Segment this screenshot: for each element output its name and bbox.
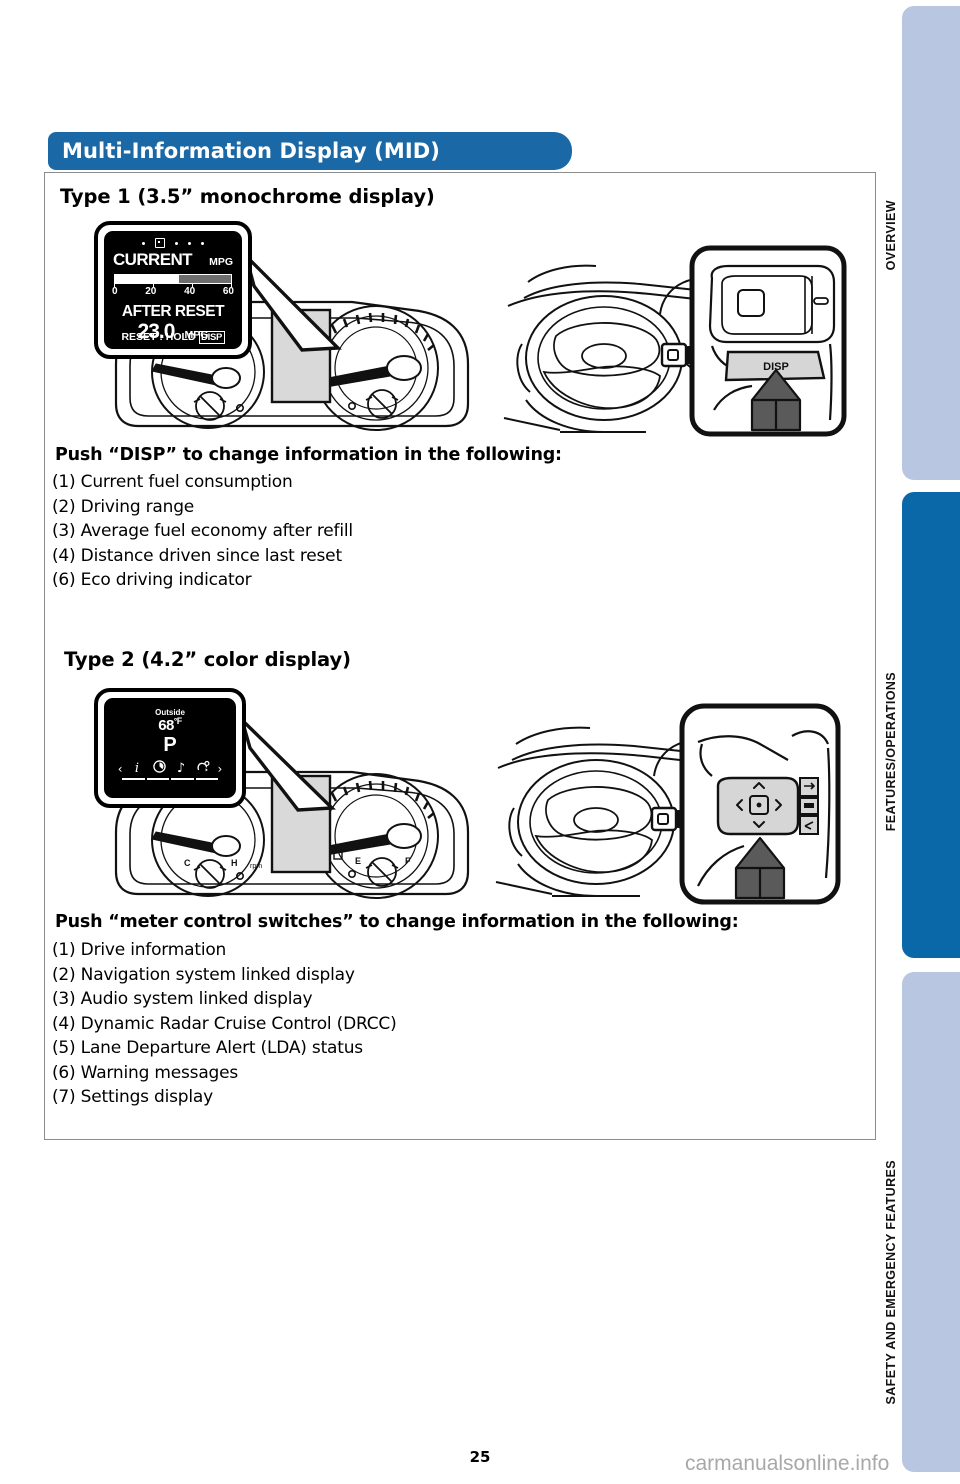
after-reset-label: AFTER RESET: [121, 303, 225, 320]
page-dot: [188, 241, 191, 245]
side-tab-safety-emergency-label: SAFETY AND EMERGENCY FEATURES: [884, 1160, 898, 1405]
scale-tick: 40: [184, 286, 196, 297]
side-tab-overview-label: OVERVIEW: [884, 200, 898, 271]
bar-empty-portion: [178, 275, 231, 283]
current-label: CURRENT: [113, 250, 193, 269]
current-unit-label: MPG: [209, 256, 233, 268]
chevron-right-icon[interactable]: ›: [218, 762, 223, 776]
disp-badge: DISP: [198, 331, 225, 344]
list-item: (4) Distance driven since last reset: [52, 545, 342, 566]
gauge-icon[interactable]: [152, 760, 167, 777]
page-title: Multi-Information Display (MID): [62, 139, 440, 163]
list-item: (2) Navigation system linked display: [52, 964, 355, 985]
side-tab-features-operations-label: FEATURES/OPERATIONS: [884, 672, 898, 832]
reset-hint-text: RESET : HOLD: [121, 331, 196, 343]
rpm-unit-label: rpm: [250, 863, 262, 870]
steering-wheel-type2-illustration: [492, 700, 842, 914]
type1-mid-screen: CURRENT MPG 0 20 40 60 AFTER RESET 23.0 …: [104, 231, 242, 349]
scale-tick: 60: [222, 286, 234, 297]
list-item: (6) Eco driving indicator: [52, 570, 252, 590]
list-item: (2) Driving range: [52, 496, 195, 517]
type2-icon-row: ‹ i ♪ ›: [112, 760, 228, 777]
cruise-control-icon[interactable]: [196, 760, 211, 777]
chevron-left-icon[interactable]: ‹: [118, 762, 123, 776]
page-dot-selected: [155, 238, 165, 248]
type2-mid-screen: Outside 68°F P ‹ i ♪ ›: [104, 698, 236, 798]
music-note-icon[interactable]: ♪: [174, 761, 189, 776]
type1-current-row: CURRENT MPG: [113, 250, 233, 270]
site-watermark: carmanualsonline.info: [685, 1452, 890, 1475]
list-item: (1) Current fuel consumption: [52, 472, 293, 492]
temp-gauge-low-label: C: [184, 858, 191, 868]
page-header-banner: Multi-Information Display (MID): [48, 132, 572, 170]
list-item: (1) Drive information: [52, 940, 227, 960]
page-dot: [175, 241, 178, 245]
type1-page-dots: [104, 238, 242, 248]
bar-scale: 0 20 40 60: [112, 286, 234, 297]
side-tab-safety-emergency[interactable]: [902, 972, 960, 1472]
type2-heading: Type 2 (4.2” color display): [64, 648, 351, 671]
list-item: (4) Dynamic Radar Cruise Control (DRCC): [52, 1013, 397, 1034]
page-dot: [142, 241, 145, 245]
temp-gauge-high-label: H: [231, 858, 238, 868]
info-icon[interactable]: i: [130, 761, 145, 776]
type2-instruction-lead: Push “meter control switches” to change …: [55, 912, 739, 932]
fuel-gauge-low-label: E: [355, 856, 361, 866]
list-item: (6) Warning messages: [52, 1062, 239, 1083]
list-item: (7) Settings display: [52, 1087, 213, 1107]
steering-wheel-type1-illustration: DISP: [500, 240, 850, 444]
scale-tick: 0: [112, 286, 118, 297]
fuel-gauge-high-label: F: [405, 856, 411, 866]
icon-selection-underline: [122, 778, 218, 780]
side-tab-overview[interactable]: [902, 6, 960, 480]
type1-instruction-lead: Push “DISP” to change information in the…: [55, 445, 562, 465]
list-item: (3) Audio system linked display: [52, 989, 313, 1009]
reset-hint-row: RESET : HOLD DISP: [104, 331, 242, 344]
type1-mid-display: CURRENT MPG 0 20 40 60 AFTER RESET 23.0 …: [94, 221, 252, 359]
scale-tick: 20: [145, 286, 157, 297]
bar-filled-portion: [115, 275, 179, 283]
side-tab-strip: OVERVIEW FEATURES/OPERATIONS SAFETY AND …: [884, 0, 960, 1484]
type1-item-list: (1) Current fuel consumption (2) Driving…: [52, 472, 353, 595]
outside-temp-unit: °F: [173, 716, 182, 726]
side-tab-features-operations[interactable]: [902, 492, 960, 958]
outside-temp-value-row: 68°F: [104, 716, 236, 734]
type2-item-list: (1) Drive information (2) Navigation sys…: [52, 940, 397, 1112]
page-dot: [201, 241, 204, 245]
gear-position-indicator: P: [163, 734, 177, 756]
outside-temp-value: 68: [158, 717, 174, 734]
type2-mid-display: Outside 68°F P ‹ i ♪ ›: [94, 688, 246, 808]
list-item: (3) Average fuel economy after refill: [52, 521, 353, 541]
list-item: (5) Lane Departure Alert (LDA) status: [52, 1038, 363, 1058]
type1-heading: Type 1 (3.5” monochrome display): [60, 185, 435, 208]
fuel-consumption-bar: [114, 274, 232, 284]
